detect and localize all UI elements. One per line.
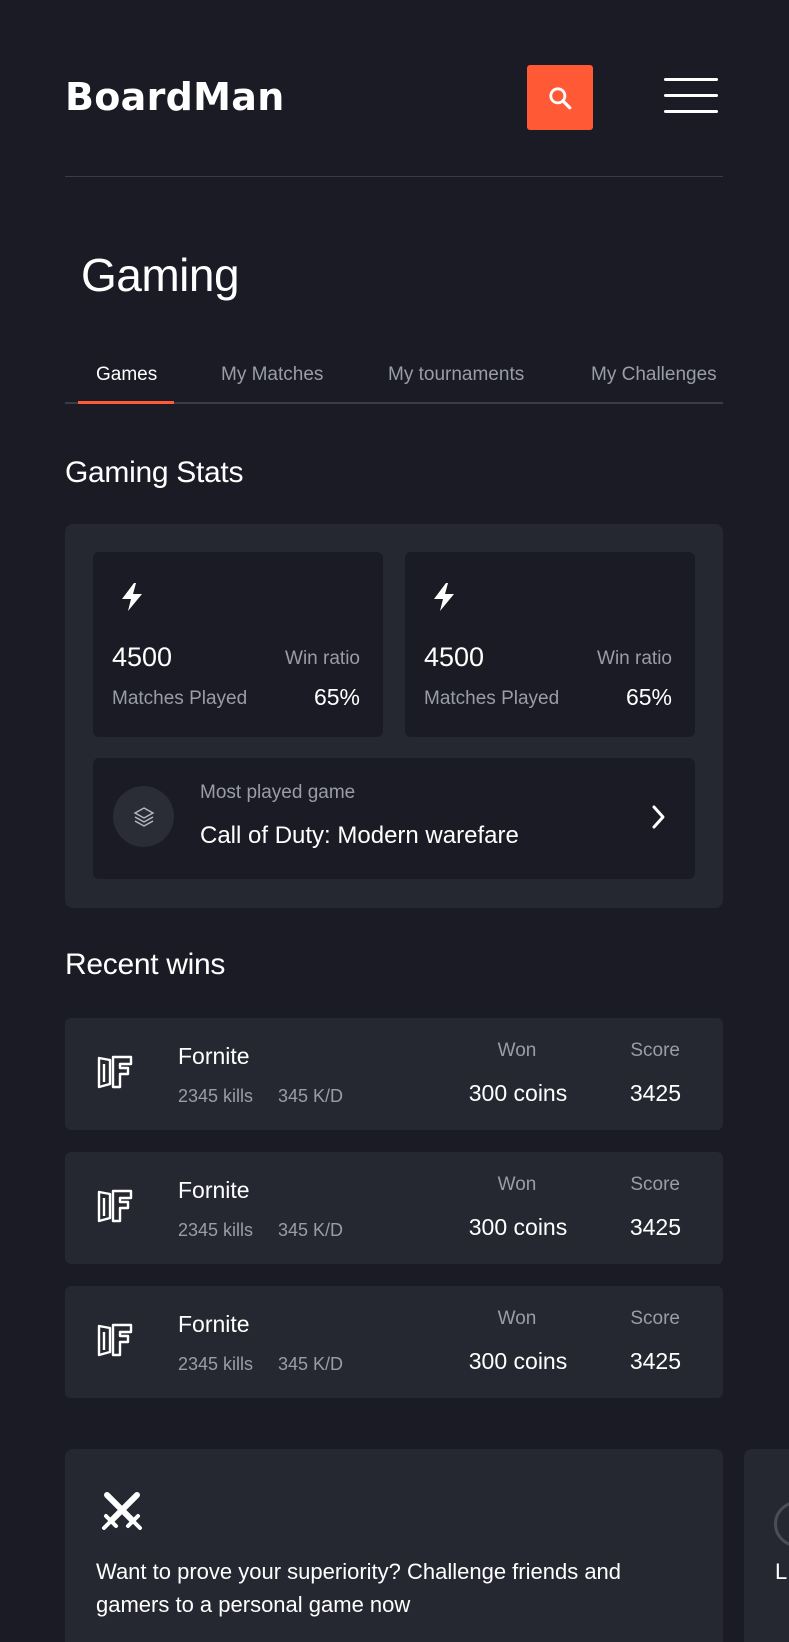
crossed-swords-icon bbox=[102, 1492, 142, 1530]
page-title: Gaming bbox=[81, 249, 240, 301]
bolt-icon bbox=[122, 583, 142, 611]
fortnite-icon bbox=[97, 1323, 133, 1357]
matches-played-label: Matches Played bbox=[424, 688, 560, 709]
game-avatar bbox=[113, 786, 174, 847]
score-label: Score bbox=[630, 1174, 680, 1195]
score-label: Score bbox=[630, 1308, 680, 1329]
tab-bar: Games My Matches My tournaments My Chall… bbox=[65, 356, 723, 404]
stat-card: 4500 Matches Played Win ratio 65% bbox=[93, 552, 383, 737]
score-value: 3425 bbox=[629, 1080, 681, 1106]
won-label: Won bbox=[497, 1174, 537, 1195]
recent-wins-title: Recent wins bbox=[65, 948, 226, 981]
win-kills: 2345 kills bbox=[178, 1220, 254, 1240]
gaming-stats-title: Gaming Stats bbox=[65, 456, 244, 489]
matches-played-value: 4500 bbox=[112, 642, 173, 672]
matches-played-label: Matches Played bbox=[112, 688, 248, 709]
tab-my-matches[interactable]: My Matches bbox=[221, 364, 323, 386]
challenge-card[interactable]: Want to prove your superiority? Challeng… bbox=[65, 1449, 723, 1642]
menu-line bbox=[664, 94, 718, 97]
win-game-name: Fornite bbox=[178, 1043, 250, 1069]
layers-icon bbox=[133, 806, 154, 827]
win-ratio-label: Win ratio bbox=[285, 648, 360, 669]
challenge-card-secondary[interactable]: L e bbox=[744, 1449, 789, 1642]
most-played-label: Most played game bbox=[200, 782, 356, 803]
recent-win-row[interactable]: Fornite 2345 kills 345 K/D Won 300 coins… bbox=[65, 1018, 723, 1130]
most-played-game-name: Call of Duty: Modern warefare bbox=[200, 822, 519, 849]
win-ratio-label: Win ratio bbox=[597, 648, 672, 669]
gaming-page: BoardMan Gaming Games My Matches My tour… bbox=[0, 0, 789, 1642]
win-kills: 2345 kills bbox=[178, 1086, 254, 1106]
recent-win-row[interactable]: Fornite 2345 kills 345 K/D Won 300 coins… bbox=[65, 1152, 723, 1264]
bolt-icon bbox=[434, 583, 454, 611]
brand-logo[interactable]: BoardMan bbox=[65, 75, 285, 119]
win-kd: 345 K/D bbox=[278, 1354, 344, 1374]
challenge-text: Want to prove your superiority? Challeng… bbox=[96, 1559, 622, 1617]
win-ratio-value: 65% bbox=[313, 684, 360, 710]
won-value: 300 coins bbox=[468, 1348, 568, 1374]
menu-line bbox=[664, 110, 718, 113]
app-header: BoardMan bbox=[65, 60, 723, 130]
matches-played-value: 4500 bbox=[424, 642, 485, 672]
menu-button[interactable] bbox=[664, 78, 718, 114]
stat-card: 4500 Matches Played Win ratio 65% bbox=[405, 552, 695, 737]
chevron-right-icon[interactable] bbox=[651, 804, 667, 830]
win-kills: 2345 kills bbox=[178, 1354, 254, 1374]
challenge-text-secondary: L e bbox=[775, 1555, 789, 1588]
score-value: 3425 bbox=[629, 1214, 681, 1240]
fortnite-icon bbox=[97, 1189, 133, 1223]
tab-my-challenges[interactable]: My Challenges bbox=[591, 364, 717, 386]
tab-my-tournaments[interactable]: My tournaments bbox=[388, 364, 524, 386]
won-value: 300 coins bbox=[468, 1080, 568, 1106]
avatar bbox=[774, 1501, 789, 1547]
win-kd: 345 K/D bbox=[278, 1220, 344, 1240]
win-game-name: Fornite bbox=[178, 1177, 250, 1203]
search-icon bbox=[549, 86, 572, 109]
won-value: 300 coins bbox=[468, 1214, 568, 1240]
challenge-text-fragment: L e bbox=[775, 1559, 789, 1584]
fortnite-icon bbox=[97, 1055, 133, 1089]
hamburger-menu-icon bbox=[664, 78, 718, 81]
search-button[interactable] bbox=[527, 65, 593, 130]
tab-games[interactable]: Games bbox=[96, 364, 157, 386]
win-game-name: Fornite bbox=[178, 1311, 250, 1337]
won-label: Won bbox=[497, 1040, 537, 1061]
header-divider bbox=[65, 176, 723, 177]
score-value: 3425 bbox=[629, 1348, 681, 1374]
recent-win-row[interactable]: Fornite 2345 kills 345 K/D Won 300 coins… bbox=[65, 1286, 723, 1398]
gaming-stats-panel: 4500 Matches Played Win ratio 65% 4500 M… bbox=[65, 524, 723, 908]
most-played-game-card[interactable]: Most played game Call of Duty: Modern wa… bbox=[93, 758, 695, 879]
won-label: Won bbox=[497, 1308, 537, 1329]
win-kd: 345 K/D bbox=[278, 1086, 344, 1106]
score-label: Score bbox=[630, 1040, 680, 1061]
active-tab-indicator bbox=[78, 401, 174, 404]
win-ratio-value: 65% bbox=[625, 684, 672, 710]
